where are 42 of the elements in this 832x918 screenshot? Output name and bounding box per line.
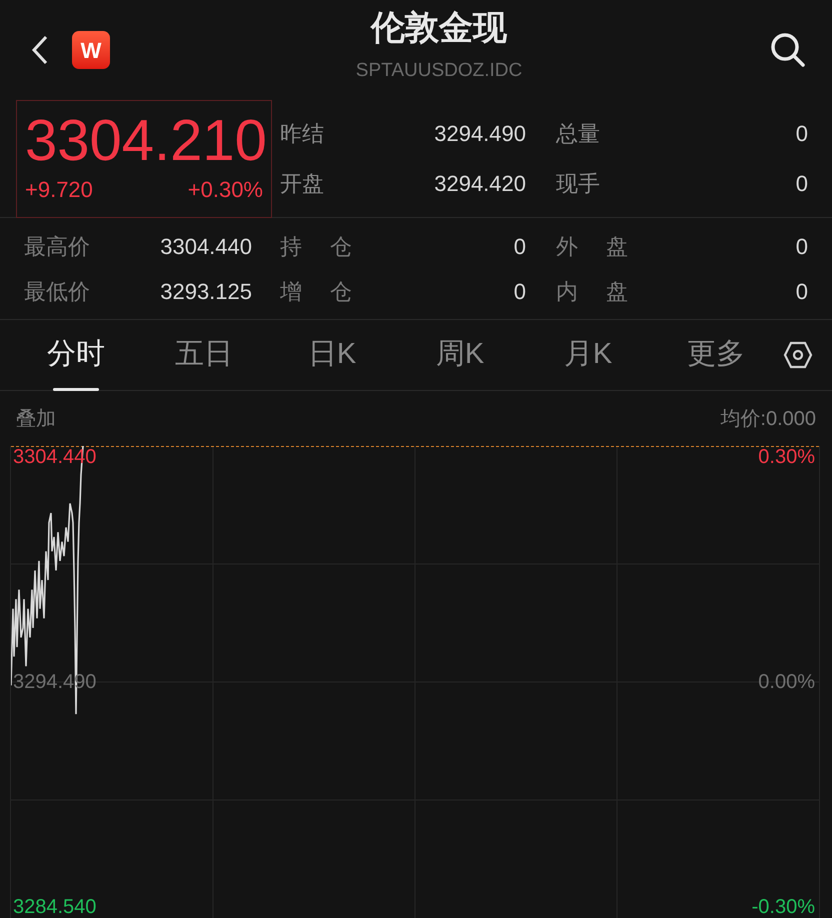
stat-value: 0 bbox=[514, 232, 526, 260]
chart-tab[interactable]: 五日 bbox=[140, 320, 268, 390]
stat-label: 内 盘 bbox=[556, 278, 628, 306]
stat-label: 外 盘 bbox=[556, 232, 628, 260]
stat-label: 现手 bbox=[556, 170, 600, 198]
stat-value: 0 bbox=[796, 232, 808, 260]
app-logo: W bbox=[72, 31, 110, 69]
chart-tab[interactable]: 日K bbox=[268, 320, 396, 390]
stat-label: 最高价 bbox=[24, 232, 90, 260]
stat-value: 3293.125 bbox=[160, 278, 252, 306]
symbol-code: SPTAUUSDOZ.IDC bbox=[356, 58, 522, 83]
page-title: 伦敦金现 bbox=[371, 10, 507, 45]
change-percent: +0.30% bbox=[188, 176, 263, 204]
axis-percent-label: -0.30% bbox=[752, 896, 815, 918]
price-change: +9.720 bbox=[25, 176, 93, 204]
stat-value: 3304.440 bbox=[160, 232, 252, 260]
stat-label: 增 仓 bbox=[280, 278, 352, 306]
stat-label: 总量 bbox=[556, 120, 600, 148]
chart-tab[interactable]: 月K bbox=[524, 320, 652, 390]
overlay-label[interactable]: 叠加 bbox=[16, 404, 56, 434]
stat-value: 0 bbox=[796, 278, 808, 306]
average-price: 均价:0.000 bbox=[720, 406, 816, 432]
chart-tab[interactable]: 更多 bbox=[652, 320, 780, 390]
stat-label: 最低价 bbox=[24, 278, 90, 306]
search-icon bbox=[769, 31, 807, 69]
stat-label: 持 仓 bbox=[280, 232, 352, 260]
stat-label: 昨结 bbox=[280, 120, 324, 148]
stat-value: 0 bbox=[796, 170, 808, 198]
axis-percent-label: 0.30% bbox=[758, 446, 815, 468]
stat-value: 3294.490 bbox=[434, 120, 526, 148]
chart-tab[interactable]: 周K bbox=[396, 320, 524, 390]
stat-value: 0 bbox=[514, 278, 526, 306]
stat-label: 开盘 bbox=[280, 170, 324, 198]
last-price: 3304.210 bbox=[25, 109, 263, 173]
chart-tab[interactable]: 分时 bbox=[12, 320, 140, 390]
axis-percent-label: 0.00% bbox=[758, 671, 815, 693]
axis-price-label: 3284.540 bbox=[13, 896, 96, 918]
stat-value: 3294.420 bbox=[434, 170, 526, 198]
back-icon bbox=[30, 34, 50, 66]
settings-icon bbox=[783, 341, 813, 369]
stat-value: 0 bbox=[796, 120, 808, 148]
tab-underline bbox=[53, 388, 99, 390]
